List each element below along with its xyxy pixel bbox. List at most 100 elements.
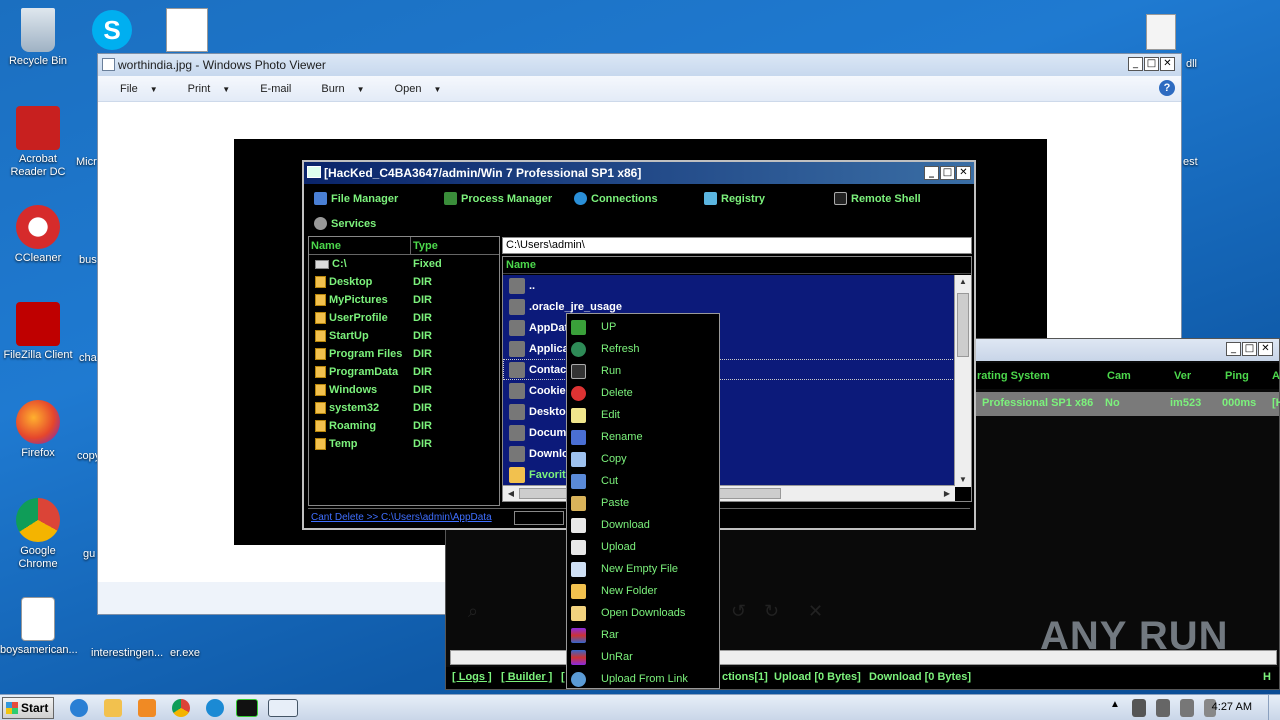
scroll-right-arrow[interactable]: ▶ (939, 487, 955, 501)
client-row[interactable]: Professional SP1 x86 No im523 000ms [H (974, 392, 1280, 416)
maximize-button[interactable]: □ (1242, 342, 1257, 356)
start-button[interactable]: Start (2, 697, 54, 719)
menu-item-rename[interactable]: Rename (567, 426, 719, 448)
tab-registry[interactable]: Registry (704, 192, 765, 205)
list-item[interactable]: Temp DIR (309, 435, 499, 453)
tab-file-manager[interactable]: File Manager (314, 192, 398, 205)
menu-item-upload-from-link[interactable]: Upload From Link (567, 668, 719, 690)
folder-icon (315, 402, 326, 414)
menu-print[interactable]: Print ▼ (188, 83, 231, 95)
desktop-icon-ccleaner[interactable]: CCleaner (0, 205, 76, 265)
maximize-button[interactable]: □ (940, 166, 955, 180)
menu-item-delete[interactable]: Delete (567, 382, 719, 404)
list-item[interactable]: system32 DIR (309, 399, 499, 417)
skype-icon[interactable]: S (92, 10, 132, 50)
path-field[interactable]: C:\Users\admin\ (502, 237, 972, 254)
anyrun-watermark: ANY RUN (1040, 614, 1229, 658)
folder-icon (509, 403, 525, 420)
tab-connections[interactable]: Connections (574, 192, 658, 205)
column-cam[interactable]: Cam (1107, 370, 1131, 382)
scroll-down-arrow[interactable]: ▼ (955, 473, 971, 487)
desktop-icon-acrobat[interactable]: Acrobat Reader DC (0, 106, 76, 179)
flag-icon[interactable] (1180, 699, 1194, 717)
list-item[interactable]: UserProfile DIR (309, 309, 499, 327)
logs-link[interactable]: [ Logs ] (452, 671, 492, 683)
ie-icon[interactable] (70, 699, 88, 717)
list-item[interactable]: Windows DIR (309, 381, 499, 399)
minimize-button[interactable]: _ (1226, 342, 1241, 356)
folder-icon (509, 424, 525, 441)
menu-open[interactable]: Open ▼ (395, 83, 442, 95)
scroll-up-arrow[interactable]: ▲ (955, 275, 971, 289)
photo-viewer-icon (102, 58, 115, 71)
files-header[interactable]: Name (503, 257, 971, 274)
tab-remote-shell[interactable]: Remote Shell (834, 192, 921, 205)
photo-viewer-taskbar-icon[interactable] (268, 699, 298, 717)
menu-item-open-downloads[interactable]: Open Downloads (567, 602, 719, 624)
desktop-icon-chrome[interactable]: Google Chrome (0, 498, 76, 571)
toolbar: File Manager Process Manager Connections… (308, 186, 970, 236)
clock[interactable]: 4:27 AM (1212, 701, 1252, 713)
menu-item-new-folder[interactable]: New Folder (567, 580, 719, 602)
list-item[interactable]: Program Files DIR (309, 345, 499, 363)
desktop-icon-firefox[interactable]: Firefox (0, 400, 76, 460)
menu-item-refresh[interactable]: Refresh (567, 338, 719, 360)
explorer-icon[interactable] (104, 699, 122, 717)
word-document-icon[interactable] (166, 8, 208, 52)
menu-burn[interactable]: Burn ▼ (321, 83, 364, 95)
maximize-button[interactable]: □ (1144, 57, 1159, 71)
desktop-icon-filezilla[interactable]: FileZilla Client (0, 302, 76, 362)
desktop-icon-recycle-bin[interactable]: Recycle Bin (0, 8, 76, 68)
menu-item-copy[interactable]: Copy (567, 448, 719, 470)
column-ping[interactable]: Ping (1225, 370, 1249, 382)
scrollbar-thumb[interactable] (957, 293, 969, 357)
folder-icon (509, 298, 525, 315)
dll-file-icon[interactable] (1146, 14, 1176, 50)
minimize-button[interactable]: _ (1128, 57, 1143, 71)
column-ver[interactable]: Ver (1174, 370, 1191, 382)
volume-icon[interactable] (1132, 699, 1146, 717)
menu-email[interactable]: E-mail (260, 83, 291, 95)
close-button[interactable]: ✕ (1160, 57, 1175, 71)
list-item[interactable]: StartUp DIR (309, 327, 499, 345)
tab-services[interactable]: Services (314, 217, 376, 230)
close-button[interactable]: ✕ (1258, 342, 1273, 356)
rat-app-icon[interactable] (236, 699, 258, 717)
delete-icon: ✕ (808, 601, 824, 621)
list-item[interactable]: ProgramData DIR (309, 363, 499, 381)
show-desktop-button[interactable] (1268, 695, 1280, 720)
list-item[interactable]: .. (503, 275, 955, 296)
menu-item-download[interactable]: Download (567, 514, 719, 536)
desktop-icon-word-doc[interactable]: boysamerican... (0, 597, 78, 657)
menu-item-upload[interactable]: Upload (567, 536, 719, 558)
column-a[interactable]: A (1272, 370, 1280, 382)
photo-viewer-titlebar[interactable]: worthindia.jpg - Windows Photo Viewer _ … (98, 54, 1181, 76)
list-item[interactable]: MyPictures DIR (309, 291, 499, 309)
edge-icon[interactable] (206, 699, 224, 717)
menu-item-paste[interactable]: Paste (567, 492, 719, 514)
list-item[interactable]: Desktop DIR (309, 273, 499, 291)
list-item[interactable]: Roaming DIR (309, 417, 499, 435)
close-button[interactable]: ✕ (956, 166, 971, 180)
tray-arrow-icon[interactable]: ▲ (1110, 699, 1120, 717)
menu-item-rar[interactable]: Rar (567, 624, 719, 646)
menu-file[interactable]: File ▼ (120, 83, 158, 95)
column-os[interactable]: rating System (977, 370, 1050, 382)
network-icon[interactable] (1156, 699, 1170, 717)
menu-item-edit[interactable]: Edit (567, 404, 719, 426)
vertical-scrollbar[interactable]: ▲ ▼ (954, 275, 971, 487)
menu-item-run[interactable]: Run (567, 360, 719, 382)
menu-item-cut[interactable]: Cut (567, 470, 719, 492)
minimize-button[interactable]: _ (924, 166, 939, 180)
menu-item-new-empty-file[interactable]: New Empty File (567, 558, 719, 580)
tab-process-manager[interactable]: Process Manager (444, 192, 552, 205)
menu-item-unrar[interactable]: UnRar (567, 646, 719, 668)
list-item[interactable]: C:\ Fixed (309, 255, 499, 273)
scroll-left-arrow[interactable]: ◀ (503, 487, 519, 501)
remote-file-manager-titlebar[interactable]: [HacKed_C4BA3647/admin/Win 7 Professiona… (304, 162, 974, 184)
help-icon[interactable]: ? (1159, 80, 1175, 96)
menu-item-up[interactable]: UP (567, 316, 719, 338)
builder-link[interactable]: [ Builder ] (501, 671, 552, 683)
media-player-icon[interactable] (138, 699, 156, 717)
chrome-icon[interactable] (172, 699, 190, 717)
